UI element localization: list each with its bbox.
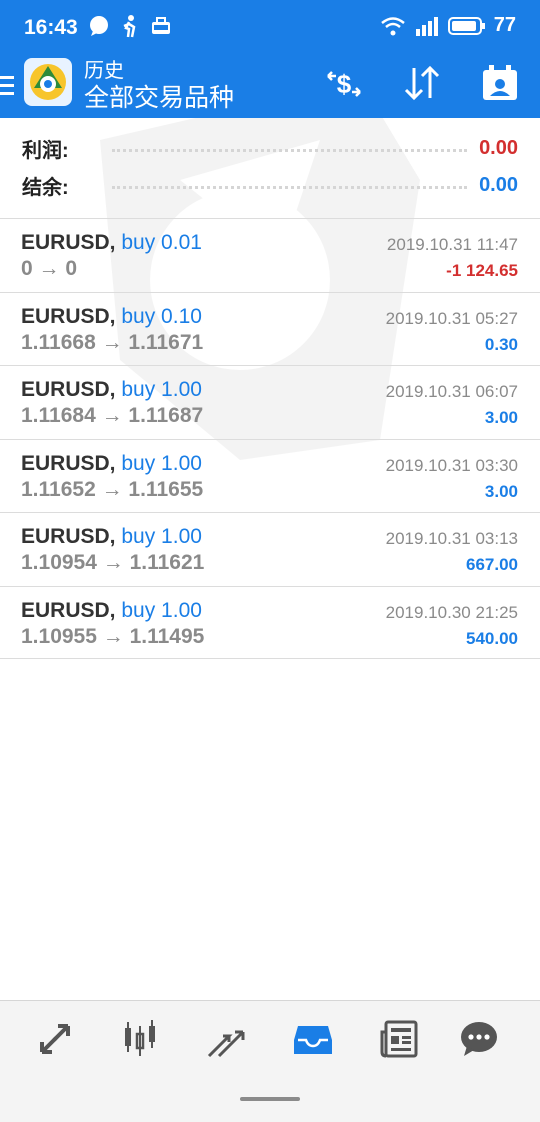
deal-prices: 1.11684 → 1.11687 (21, 404, 204, 427)
chat-icon (90, 16, 108, 36)
deal-symbol-line: EURUSD, buy 0.01 (21, 231, 202, 255)
nav-quotes[interactable] (31, 1015, 79, 1063)
deal-prices: 1.10955 → 1.11495 (21, 624, 205, 648)
history-icon (294, 1026, 332, 1054)
deal-symbol: EURUSD, (21, 525, 116, 548)
deal-row[interactable]: EURUSD, buy 0.10 1.11668 → 1.11671 2019.… (0, 291, 540, 366)
sort-icon[interactable] (400, 62, 444, 106)
battery-icon (447, 16, 485, 35)
trade-icon (207, 1030, 245, 1058)
nav-trade[interactable] (202, 1015, 250, 1063)
deal-side: buy 0.10 (121, 304, 202, 328)
balance-row: 结余: 0.00 (22, 170, 518, 200)
profit-row: 利润: 0.00 (22, 133, 518, 163)
deal-side: buy 1.00 (121, 525, 202, 548)
deal-side: buy 0.01 (121, 231, 202, 254)
deal-profit: -1 124.65 (446, 261, 518, 280)
chat-icon (461, 1022, 497, 1056)
signal-icon (415, 16, 438, 36)
deal-profit: 3.00 (484, 481, 518, 501)
status-time: 16:43 (24, 16, 78, 39)
deal-profit: 667.00 (466, 555, 518, 574)
deal-profit: 540.00 (466, 628, 518, 648)
deal-row[interactable]: EURUSD, buy 1.00 1.10955 → 1.11495 2019.… (0, 585, 540, 659)
briefcase-icon (152, 17, 170, 34)
balance-value: 0.00 (479, 173, 518, 196)
deal-profit: 0.30 (484, 334, 518, 354)
deal-side: buy 1.00 (121, 598, 202, 622)
news-icon (380, 1020, 418, 1058)
dotted-leader (112, 148, 468, 152)
deal-symbol: EURUSD, (21, 598, 116, 622)
profit-label: 利润: (22, 139, 69, 162)
deal-time: 2019.10.31 03:13 (385, 529, 518, 548)
deal-symbol-line: EURUSD, buy 1.00 (21, 599, 202, 623)
deal-row[interactable]: EURUSD, buy 0.01 0 → 0 2019.10.31 11:47 … (0, 218, 540, 292)
deals-list: EURUSD, buy 0.01 0 → 0 2019.10.31 11:47 … (0, 218, 540, 659)
deal-prices: 1.10954 → 1.11621 (21, 551, 205, 574)
deal-row[interactable]: EURUSD, buy 1.00 1.10954 → 1.11621 2019.… (0, 512, 540, 586)
deal-prices: 1.11652 → 1.11655 (21, 477, 204, 501)
deal-symbol: EURUSD, (21, 304, 116, 328)
deal-time: 2019.10.31 05:27 (385, 308, 518, 328)
deal-time: 2019.10.30 21:25 (385, 602, 518, 622)
deal-time: 2019.10.31 06:07 (385, 382, 518, 401)
deal-symbol-line: EURUSD, buy 0.10 (21, 305, 202, 329)
walking-icon (123, 15, 136, 38)
deposit-withdraw-icon[interactable]: $ (322, 62, 366, 106)
deal-symbol: EURUSD, (21, 231, 116, 254)
deal-symbol-line: EURUSD, buy 1.00 (21, 378, 202, 402)
status-bar: 16:43 77 (0, 0, 540, 56)
nav-chat[interactable] (455, 1015, 503, 1063)
deal-row[interactable]: EURUSD, buy 1.00 1.11652 → 1.11655 2019.… (0, 438, 540, 513)
quotes-icon (40, 1024, 70, 1054)
balance-label: 结余: (22, 176, 69, 199)
app-logo-icon (24, 58, 72, 106)
summary-panel: 利润: 0.00 结余: 0.00 (0, 118, 540, 218)
battery-level: 77 (493, 14, 516, 36)
svg-text:$: $ (337, 69, 352, 99)
bottom-navigation (0, 1000, 540, 1122)
deal-symbol: EURUSD, (21, 378, 116, 401)
deal-time: 2019.10.31 11:47 (386, 235, 518, 254)
calendar-icon[interactable] (478, 62, 522, 106)
nav-chart[interactable] (116, 1015, 164, 1063)
menu-icon[interactable] (0, 66, 18, 106)
deal-prices: 1.11668 → 1.11671 (21, 330, 204, 354)
deal-profit: 3.00 (484, 408, 518, 427)
chart-icon (125, 1020, 155, 1056)
deal-side: buy 1.00 (121, 451, 202, 475)
home-indicator[interactable] (240, 1097, 300, 1101)
app-bar: 历史 全部交易品种 $ (0, 56, 540, 118)
nav-history[interactable] (289, 1015, 337, 1063)
profit-value: 0.00 (479, 136, 518, 159)
deal-symbol-line: EURUSD, buy 1.00 (21, 452, 202, 476)
deal-prices: 0 → 0 (21, 257, 78, 280)
wifi-icon (380, 16, 405, 35)
deal-row[interactable]: EURUSD, buy 1.00 1.11684 → 1.11687 2019.… (0, 365, 540, 439)
nav-news[interactable] (375, 1015, 423, 1063)
deal-symbol: EURUSD, (21, 451, 116, 475)
deal-time: 2019.10.31 03:30 (385, 455, 518, 475)
dotted-leader (112, 185, 468, 189)
deal-symbol-line: EURUSD, buy 1.00 (21, 525, 202, 549)
page-title[interactable]: 全部交易品种 (84, 78, 234, 114)
deal-side: buy 1.00 (121, 378, 202, 401)
